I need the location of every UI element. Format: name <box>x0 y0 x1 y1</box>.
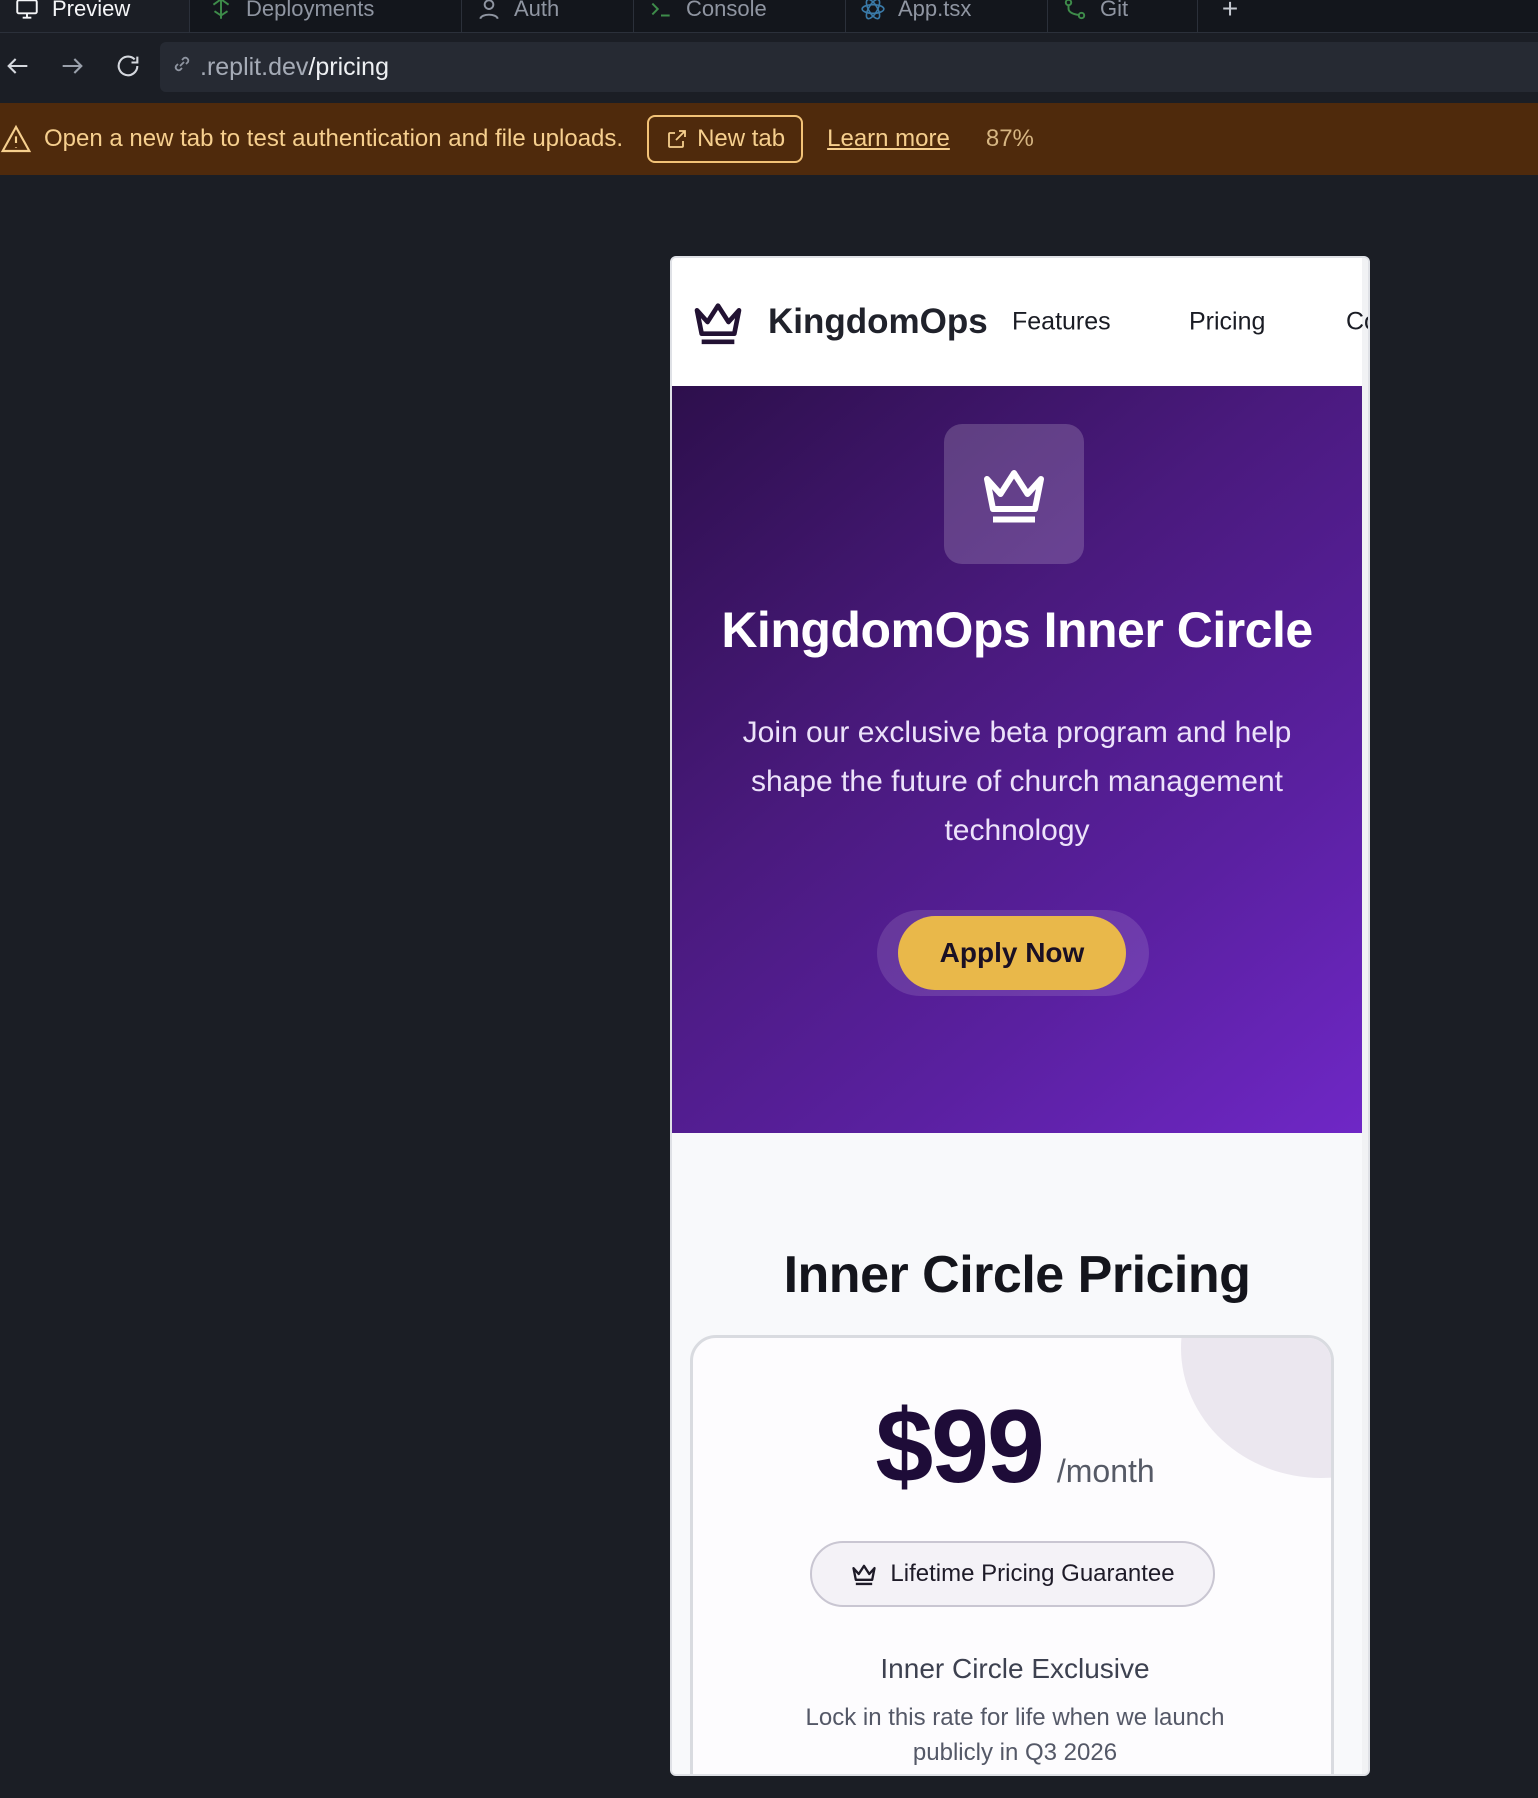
add-tab-button[interactable]: + <box>1210 0 1250 32</box>
ide-tab-bar: Preview Deployments Auth Console App.tsx… <box>0 0 1538 33</box>
browser-url-row: .replit.dev/pricing <box>0 33 1538 101</box>
tab-app-tsx[interactable]: App.tsx <box>846 0 1048 32</box>
nav-link-contact[interactable]: Co <box>1346 308 1368 337</box>
link-icon <box>170 52 194 83</box>
forward-button[interactable] <box>54 48 90 84</box>
tab-git[interactable]: Git <box>1048 0 1198 32</box>
tab-label: Deployments <box>246 0 375 21</box>
url-field[interactable]: .replit.dev/pricing <box>160 42 1538 92</box>
user-icon <box>476 0 502 22</box>
new-tab-button[interactable]: New tab <box>647 115 804 163</box>
lifetime-guarantee-badge: Lifetime Pricing Guarantee <box>810 1541 1215 1607</box>
git-icon <box>1062 0 1088 22</box>
monitor-icon <box>14 0 40 22</box>
tab-label: Preview <box>52 0 131 21</box>
react-icon <box>860 0 886 22</box>
reload-icon <box>117 55 139 77</box>
price-card: $99 /month Lifetime Pricing Guarantee In… <box>690 1335 1334 1774</box>
site-brand[interactable]: KingdomOps <box>768 302 988 342</box>
tab-label: Console <box>686 0 767 21</box>
nav-link-features[interactable]: Features <box>1012 308 1111 337</box>
guarantee-label: Lifetime Pricing Guarantee <box>890 1560 1175 1587</box>
price-row: $99 /month <box>693 1388 1331 1507</box>
price-amount: $99 <box>875 1389 1045 1505</box>
crown-icon <box>852 1564 877 1586</box>
terminal-icon <box>648 0 674 22</box>
back-button[interactable] <box>0 48 36 84</box>
deploy-icon <box>208 0 234 22</box>
crown-icon <box>984 470 1044 523</box>
hero-section: KingdomOps Inner Circle Join our exclusi… <box>672 386 1362 1133</box>
pricing-heading: Inner Circle Pricing <box>783 1246 1251 1304</box>
site-navbar: KingdomOps Features Pricing Co <box>672 258 1368 386</box>
tab-auth[interactable]: Auth <box>462 0 634 32</box>
tab-preview[interactable]: Preview <box>0 0 190 32</box>
hero-badge <box>944 424 1084 564</box>
external-link-icon <box>668 130 686 148</box>
crown-icon <box>694 303 742 345</box>
exclusive-title: Inner Circle Exclusive <box>880 1653 1150 1684</box>
url-host: .replit.dev <box>200 52 309 81</box>
tab-console[interactable]: Console <box>634 0 846 32</box>
preview-frame: KingdomOps Features Pricing Co KingdomOp… <box>670 256 1370 1776</box>
hero-subtitle: Join our exclusive beta program and help… <box>742 716 1292 847</box>
price-period: /month <box>1056 1453 1155 1489</box>
learn-more-link[interactable]: Learn more <box>827 125 950 153</box>
hero-title: KingdomOps Inner Circle <box>721 602 1313 658</box>
url-path: /pricing <box>308 52 389 81</box>
nav-link-pricing[interactable]: Pricing <box>1189 308 1265 337</box>
apply-button-glow: Apply Now <box>877 910 1149 996</box>
apply-now-button[interactable]: Apply Now <box>898 916 1126 990</box>
zoom-level[interactable]: 87% <box>986 125 1034 153</box>
pricing-section: Inner Circle Pricing $99 /month Lifetime… <box>672 1133 1362 1774</box>
arrow-left-icon <box>7 58 28 74</box>
arrow-right-icon <box>62 58 83 74</box>
tab-deployments[interactable]: Deployments <box>194 0 462 32</box>
exclusive-text: Lock in this rate for life when we launc… <box>805 1704 1225 1766</box>
tab-label: App.tsx <box>898 0 972 21</box>
auth-warning-banner: Open a new tab to test authentication an… <box>0 103 1538 175</box>
warning-icon <box>0 124 32 153</box>
tab-label: Auth <box>514 0 560 21</box>
new-tab-label: New tab <box>697 125 786 152</box>
reload-button[interactable] <box>110 48 146 84</box>
tab-label: Git <box>1100 0 1129 21</box>
banner-message: Open a new tab to test authentication an… <box>44 125 624 152</box>
